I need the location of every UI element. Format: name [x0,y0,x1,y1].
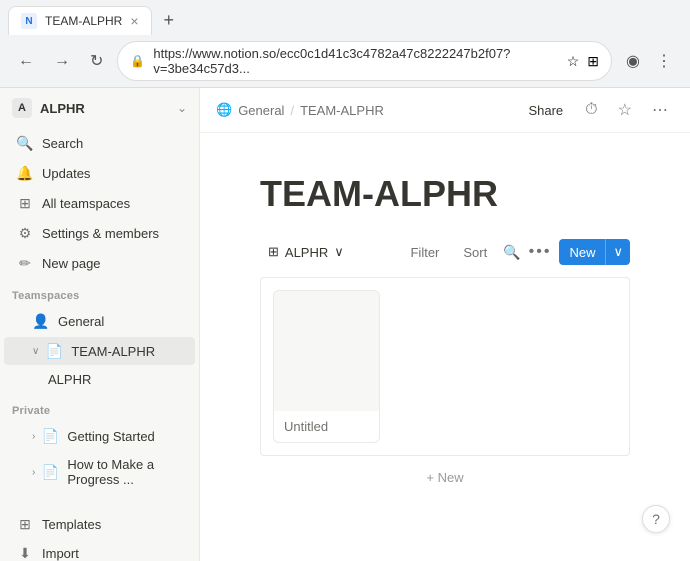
breadcrumb-current: TEAM-ALPHR [300,103,384,118]
db-search-button[interactable]: 🔍 [503,244,520,261]
sidebar-label-getting-started: Getting Started [67,429,183,444]
sidebar-item-templates[interactable]: ⊞ Templates [4,510,195,538]
breadcrumb-icon: 🌐 [216,102,232,118]
header-actions: Share ⏱ ☆ ⋯ [520,96,674,124]
sidebar-item-import[interactable]: ⬇ Import [4,539,195,561]
history-button[interactable]: ⏱ [579,97,603,123]
share-button[interactable]: Share [520,99,571,122]
page-header-bar: 🌐 General / TEAM-ALPHR Share ⏱ ☆ ⋯ [200,88,690,133]
sidebar-item-new-page[interactable]: ✏ New page [4,249,195,277]
tree-arrow-3-icon: › [32,467,35,478]
sidebar-item-getting-started[interactable]: › 📄 Getting Started [4,422,195,450]
db-more-button[interactable]: ••• [529,243,552,261]
bookmark-icon[interactable]: ☆ [567,53,580,70]
db-view-chevron-icon: ∨ [334,244,344,260]
sidebar-item-settings[interactable]: ⚙ Settings & members [4,219,195,247]
new-button-label[interactable]: New [559,240,605,265]
sidebar-item-search[interactable]: 🔍 Search [4,129,195,157]
new-page-icon: ✏ [16,254,34,272]
extensions-icon[interactable]: ⊞ [587,53,599,70]
tab-title: TEAM-ALPHR [45,14,122,28]
sidebar-label-team-alphr: TEAM-ALPHR [71,344,183,359]
sidebar-label-alphr: ALPHR [48,372,183,387]
lock-icon: 🔒 [130,54,145,68]
sidebar-label-updates: Updates [42,166,183,181]
private-section-label: Private [0,393,199,421]
sidebar-label-teamspaces: All teamspaces [42,196,183,211]
workspace-chevron-icon: ⌄ [177,101,187,115]
nav-actions: ◉ ⋮ [620,47,678,75]
sidebar-label-settings: Settings & members [42,226,183,241]
card-image [274,291,379,411]
teamspaces-icon: ⊞ [16,194,34,212]
team-alphr-icon: 📄 [45,342,63,360]
sidebar-label-general: General [58,314,183,329]
teamspaces-section-label: Teamspaces [0,278,199,306]
sidebar-item-how-to-make[interactable]: › 📄 How to Make a Progress ... [4,452,195,492]
tree-arrow-2-icon: › [32,431,35,442]
sidebar-item-general[interactable]: 👤 General [4,307,195,335]
nav-bar: ← → ↻ 🔒 https://www.notion.so/ecc0c1d41c… [0,35,690,87]
db-view-icon: ⊞ [268,244,279,260]
card-title: Untitled [274,411,379,442]
browser-more-button[interactable]: ⋮ [650,47,678,75]
gallery-grid: Untitled [260,277,630,456]
header-more-button[interactable]: ⋯ [646,96,674,124]
filter-button[interactable]: Filter [402,241,447,264]
app-container: A ALPHR ⌄ 🔍 Search 🔔 Updates ⊞ All teams… [0,88,690,561]
getting-started-icon: 📄 [41,427,59,445]
new-button[interactable]: New ∨ [559,239,630,265]
sidebar-item-team-alphr[interactable]: ∨ 📄 TEAM-ALPHR [4,337,195,365]
workspace-name: ALPHR [40,101,169,116]
sidebar-label-new-page: New page [42,256,183,271]
workspace-header[interactable]: A ALPHR ⌄ [0,88,199,128]
tree-arrow-icon: ∨ [32,346,39,357]
add-new-label: + New [426,470,463,485]
help-button[interactable]: ? [642,505,670,533]
db-toolbar: ⊞ ALPHR ∨ Filter Sort 🔍 ••• New ∨ [260,239,630,265]
reload-button[interactable]: ↻ [84,47,109,75]
tab-close-button[interactable]: × [130,13,138,29]
forward-button[interactable]: → [48,48,76,74]
templates-icon: ⊞ [16,515,34,533]
sidebar-item-all-teamspaces[interactable]: ⊞ All teamspaces [4,189,195,217]
sidebar-label-how-to-make: How to Make a Progress ... [67,457,183,487]
active-tab[interactable]: N TEAM-ALPHR × [8,6,152,35]
add-new-row[interactable]: + New [260,460,630,495]
back-button[interactable]: ← [12,48,40,74]
page-title: TEAM-ALPHR [260,173,630,215]
settings-icon: ⚙ [16,224,34,242]
new-button-chevron-icon[interactable]: ∨ [605,239,630,265]
gallery-card-untitled[interactable]: Untitled [273,290,380,443]
sidebar-label-templates: Templates [42,517,183,532]
profile-button[interactable]: ◉ [620,47,646,75]
db-view-button[interactable]: ⊞ ALPHR ∨ [260,240,352,264]
search-icon: 🔍 [16,134,34,152]
sort-button[interactable]: Sort [455,241,495,264]
updates-icon: 🔔 [16,164,34,182]
how-to-make-icon: 📄 [41,463,59,481]
address-bar[interactable]: 🔒 https://www.notion.so/ecc0c1d41c3c4782… [117,41,612,81]
page-content: TEAM-ALPHR ⊞ ALPHR ∨ Filter Sort 🔍 ••• N… [200,133,690,561]
main-content: 🌐 General / TEAM-ALPHR Share ⏱ ☆ ⋯ TEAM-… [200,88,690,561]
new-tab-button[interactable]: + [156,6,183,35]
breadcrumb-separator: / [290,103,294,118]
general-icon: 👤 [32,312,50,330]
tab-bar: N TEAM-ALPHR × + [0,0,690,35]
sidebar-item-updates[interactable]: 🔔 Updates [4,159,195,187]
workspace-icon: A [12,98,32,118]
browser-chrome: N TEAM-ALPHR × + ← → ↻ 🔒 https://www.not… [0,0,690,88]
sidebar-label-search: Search [42,136,183,151]
db-view-name: ALPHR [285,245,328,260]
tab-favicon: N [21,13,37,29]
sidebar-label-import: Import [42,546,183,561]
url-text: https://www.notion.so/ecc0c1d41c3c4782a4… [153,46,558,76]
breadcrumb-parent[interactable]: General [238,103,284,118]
header-bookmark-button[interactable]: ☆ [612,96,638,124]
sidebar: A ALPHR ⌄ 🔍 Search 🔔 Updates ⊞ All teams… [0,88,200,561]
sidebar-item-alphr[interactable]: ALPHR [4,367,195,392]
breadcrumb: 🌐 General / TEAM-ALPHR [216,102,384,118]
